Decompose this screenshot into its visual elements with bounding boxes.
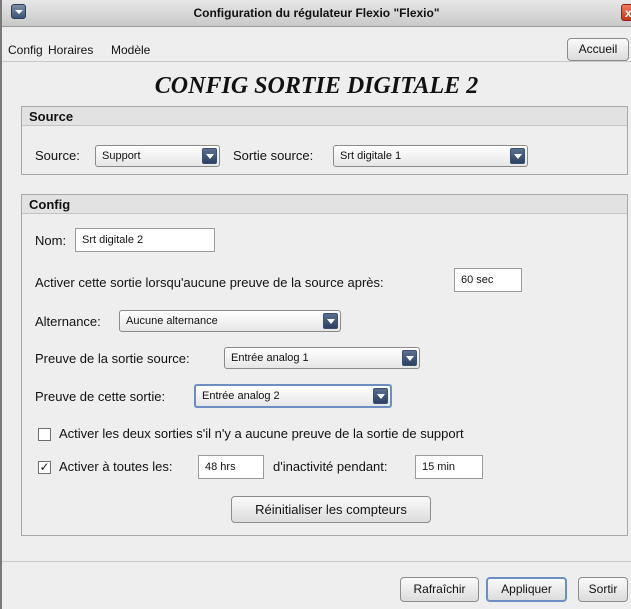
chevron-down-icon[interactable] — [402, 350, 417, 366]
output-source-dropdown[interactable]: Srt digitale 1 — [333, 145, 528, 167]
name-label: Nom: — [35, 233, 67, 248]
chevron-down-icon[interactable] — [510, 148, 525, 164]
proof-source-dropdown[interactable]: Entrée analog 1 — [224, 347, 420, 369]
chevron-down-icon[interactable] — [202, 148, 217, 164]
output-source-dropdown-value: Srt digitale 1 — [340, 150, 402, 162]
chevron-down-icon[interactable] — [373, 388, 388, 404]
activate-delay-field[interactable]: 60 sec — [454, 268, 522, 292]
source-label: Source: — [35, 148, 80, 163]
alternation-dropdown[interactable]: Aucune alternance — [119, 310, 341, 332]
every-label: Activer à toutes les: — [59, 459, 173, 474]
every-checkbox[interactable]: ✓ — [38, 461, 51, 474]
menu-bar: Config Horaires Modèle Accueil — [2, 27, 631, 62]
proof-source-label: Preuve de la sortie source: — [35, 351, 190, 366]
menu-modele[interactable]: Modèle — [111, 43, 150, 57]
reset-counters-button[interactable]: Réinitialiser les compteurs — [231, 496, 431, 523]
refresh-button[interactable]: Rafraîchir — [400, 577, 479, 602]
close-icon[interactable]: x — [621, 4, 631, 21]
application-window: Configuration du régulateur Flexio "Flex… — [0, 0, 631, 609]
alternation-label: Alternance: — [35, 314, 101, 329]
exit-button[interactable]: Sortir — [578, 577, 628, 602]
output-source-label: Sortie source: — [233, 148, 314, 163]
home-button[interactable]: Accueil — [567, 38, 629, 61]
window-title: Configuration du régulateur Flexio "Flex… — [193, 6, 440, 20]
both-outputs-label: Activer les deux sorties s'il n'y a aucu… — [59, 426, 464, 441]
chevron-down-icon[interactable] — [323, 313, 338, 329]
proof-source-dropdown-value: Entrée analog 1 — [231, 352, 309, 364]
proof-output-label: Preuve de cette sortie: — [35, 389, 166, 404]
inactivity-label: d'inactivité pendant: — [273, 459, 388, 474]
footer-divider — [2, 561, 631, 562]
page-title: CONFIG SORTIE DIGITALE 2 — [154, 73, 479, 99]
source-header: Source — [22, 107, 627, 126]
proof-output-dropdown[interactable]: Entrée analog 2 — [194, 384, 392, 408]
menu-horaires[interactable]: Horaires — [48, 43, 93, 57]
name-field[interactable]: Srt digitale 2 — [75, 228, 215, 252]
title-bar: Configuration du régulateur Flexio "Flex… — [2, 0, 631, 27]
activate-label: Activer cette sortie lorsqu'aucune preuv… — [35, 275, 384, 290]
checkmark-icon: ✓ — [39, 460, 50, 474]
config-header: Config — [22, 195, 627, 214]
proof-output-dropdown-value: Entrée analog 2 — [202, 390, 280, 402]
alternation-dropdown-value: Aucune alternance — [126, 315, 218, 327]
both-outputs-checkbox[interactable] — [38, 428, 51, 441]
inactivity-field[interactable]: 15 min — [415, 455, 483, 479]
source-dropdown-value: Support — [102, 150, 141, 162]
apply-button[interactable]: Appliquer — [486, 577, 567, 602]
every-field[interactable]: 48 hrs — [198, 455, 264, 479]
menu-config[interactable]: Config — [8, 43, 43, 57]
source-dropdown[interactable]: Support — [95, 145, 220, 167]
